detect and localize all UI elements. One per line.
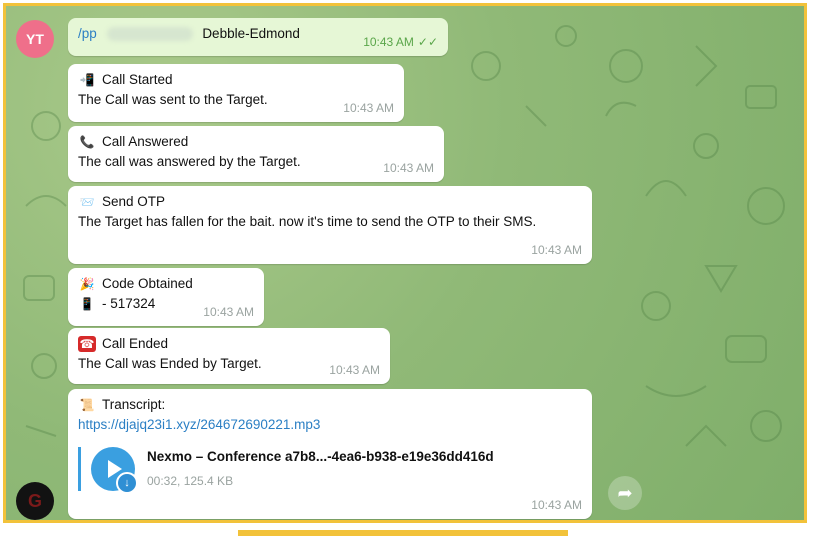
phone-arrow-icon: 📲 xyxy=(79,73,95,87)
transcript-link[interactable]: https://djajq23i1.xyz/264672690221.mp3 xyxy=(78,415,582,435)
message-title: Call Started xyxy=(102,72,173,87)
message-time: 10:43 AM ✓✓ xyxy=(363,35,438,49)
message-body: The call was answered by the Target. xyxy=(78,154,301,169)
avatar[interactable]: YT xyxy=(16,20,54,58)
envelope-icon: 📨 xyxy=(79,195,95,209)
bottom-highlight xyxy=(238,530,568,536)
outgoing-message[interactable]: /pp Debble-Edmond 10:43 AM ✓✓ xyxy=(68,18,448,56)
message-title: Call Answered xyxy=(102,134,189,149)
scroll-icon: 📜 xyxy=(79,398,95,412)
read-ticks-icon: ✓✓ xyxy=(417,35,438,49)
message-call-ended[interactable]: ☎ Call Ended The Call was Ended by Target… xyxy=(68,328,390,384)
forward-icon[interactable]: ➦ xyxy=(608,476,642,510)
message-title: Call Ended xyxy=(102,336,169,351)
telephone-icon: ☎ xyxy=(78,336,96,352)
message-title: Send OTP xyxy=(102,194,166,209)
message-code-obtained[interactable]: 🎉 Code Obtained 📱 - 517324 10:43 AM xyxy=(68,268,264,326)
phone-icon: 📞 xyxy=(79,135,95,149)
message-time: 10:43 AM xyxy=(203,305,254,319)
message-time: 10:43 AM xyxy=(531,498,582,512)
message-time: 10:43 AM xyxy=(383,161,434,175)
message-time: 10:43 AM xyxy=(531,243,582,257)
chat-window: YT /pp Debble-Edmond 10:43 AM ✓✓ 📲 Call St… xyxy=(3,3,807,523)
message-time: 10:43 AM xyxy=(329,363,380,377)
mobile-phone-icon: 📱 xyxy=(79,297,95,311)
message-time: 10:43 AM xyxy=(343,101,394,115)
audio-title: Nexmo – Conference a7b8...-4ea6-b938-e19… xyxy=(147,449,494,464)
command-prefix: /pp xyxy=(78,26,97,41)
otp-code: - 517324 xyxy=(102,296,156,311)
message-title: Code Obtained xyxy=(102,276,193,291)
download-icon[interactable]: ↓ xyxy=(116,472,138,494)
target-name: Debble-Edmond xyxy=(202,26,300,41)
avatar[interactable]: G xyxy=(16,482,54,520)
play-icon[interactable]: ↓ xyxy=(91,447,138,494)
message-call-answered[interactable]: 📞 Call Answered The call was answered by … xyxy=(68,126,444,182)
message-title: Transcript: xyxy=(102,397,166,412)
audio-attachment[interactable]: ↓ Nexmo – Conference a7b8...-4ea6-b938-e… xyxy=(78,447,582,494)
audio-meta: 00:32, 125.4 KB xyxy=(147,474,234,488)
party-icon: 🎉 xyxy=(79,277,95,291)
message-transcript[interactable]: 📜 Transcript: https://djajq23i1.xyz/26467… xyxy=(68,389,592,519)
redacted-text xyxy=(106,27,193,42)
message-body: The Target has fallen for the bait. now … xyxy=(78,214,537,229)
message-call-started[interactable]: 📲 Call Started The Call was sent to the T… xyxy=(68,64,404,122)
message-send-otp[interactable]: 📨 Send OTP The Target has fallen for the … xyxy=(68,186,592,264)
